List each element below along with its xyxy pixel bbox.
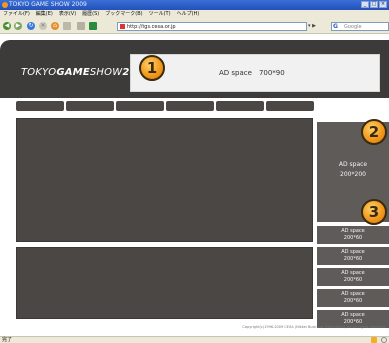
- site-header: TOKYOGAMESHOW2009 AD space 700*90: [0, 40, 389, 98]
- side-ad-small-line2: 200*60: [343, 235, 363, 241]
- page-content: TOKYOGAMESHOW2009 AD space 700*90 1 AD s…: [0, 35, 389, 335]
- side-ad-small-line2: 200*60: [343, 256, 363, 262]
- side-ad-small-line1: AD space: [341, 249, 365, 255]
- main-content-area: [16, 118, 313, 242]
- forward-icon[interactable]: ▶: [14, 22, 22, 30]
- callout-badge-1: 1: [139, 55, 165, 81]
- window-controls: _ □ ×: [361, 1, 387, 8]
- side-ad-small-line2: 200*60: [343, 298, 363, 304]
- nav-tab-6[interactable]: [266, 101, 314, 111]
- global-nav: [16, 101, 314, 111]
- side-ad-small[interactable]: AD space 200*60: [317, 226, 389, 244]
- menu-history[interactable]: 履歴(S): [82, 10, 99, 18]
- side-ad-large-line1: AD space: [338, 161, 368, 168]
- zoom-icon[interactable]: [381, 337, 387, 343]
- addon-icon[interactable]: [89, 22, 97, 30]
- side-ad-small-line1: AD space: [341, 228, 365, 234]
- side-ad-small-line1: AD space: [341, 270, 365, 276]
- maximize-icon[interactable]: □: [370, 1, 378, 8]
- brand-tokyo: TOKYO: [21, 67, 57, 78]
- callout-badge-2: 2: [361, 119, 387, 145]
- reload-icon[interactable]: ↻: [27, 22, 35, 30]
- side-ad-small[interactable]: AD space 200*60: [317, 247, 389, 265]
- favicon-icon: [120, 24, 125, 29]
- go-arrows-icon[interactable]: ▾ ▶: [308, 22, 322, 31]
- nav-tab-5[interactable]: [216, 101, 264, 111]
- security-icon[interactable]: [371, 337, 377, 343]
- firefox-logo-icon: [2, 2, 8, 8]
- menu-help[interactable]: ヘルプ(H): [177, 10, 200, 18]
- header-ad-space[interactable]: AD space 700*90: [130, 54, 380, 92]
- lower-content-area: [16, 247, 313, 319]
- side-ad-small-line1: AD space: [341, 291, 365, 297]
- side-ad-large-line2: 200*200: [340, 171, 366, 178]
- header-ad-label: AD space 700*90: [219, 69, 285, 77]
- bookmark-icon[interactable]: [63, 22, 71, 30]
- side-ad-small-line1: AD space: [341, 312, 365, 318]
- side-ad-small-list: AD space 200*60 AD space 200*60 AD space…: [317, 226, 389, 328]
- nav-tab-1[interactable]: [16, 101, 64, 111]
- stop-icon[interactable]: ×: [39, 22, 47, 30]
- menu-tools[interactable]: ツール(T): [149, 10, 171, 18]
- nav-tab-4[interactable]: [166, 101, 214, 111]
- minimize-icon[interactable]: _: [361, 1, 369, 8]
- home-icon[interactable]: ⌂: [51, 22, 59, 30]
- google-search-icon: G: [333, 23, 338, 30]
- window-title: TOKYO GAME SHOW 2009: [9, 1, 87, 8]
- menu-bookmarks[interactable]: ブックマーク(B): [105, 10, 142, 18]
- back-icon[interactable]: ◀: [3, 22, 11, 30]
- brand-show: SHOW: [89, 67, 123, 78]
- window-titlebar: TOKYO GAME SHOW 2009 _ □ ×: [0, 0, 389, 10]
- callout-badge-3: 3: [361, 199, 387, 225]
- menubar: ファイル(F) 編集(E) 表示(V) 履歴(S) ブックマーク(B) ツール(…: [0, 10, 389, 18]
- status-text: 完了: [2, 337, 13, 343]
- close-icon[interactable]: ×: [379, 1, 387, 8]
- menu-edit[interactable]: 編集(E): [36, 10, 53, 18]
- nav-tab-3[interactable]: [116, 101, 164, 111]
- navigation-toolbar: ◀ ▶ ↻ × ⌂ http://tgs.cesa.or.jp ▾ ▶ G Go…: [0, 18, 389, 34]
- side-ad-small-line2: 200*60: [343, 277, 363, 283]
- history-icon[interactable]: [77, 22, 85, 30]
- menu-file[interactable]: ファイル(F): [3, 10, 30, 18]
- statusbar: 完了: [0, 336, 389, 343]
- menu-view[interactable]: 表示(V): [59, 10, 76, 18]
- copyright-text: Copyright(c)1996-2009 CESA (Nikkei Busin…: [242, 325, 386, 329]
- nav-tab-2[interactable]: [66, 101, 114, 111]
- address-bar[interactable]: http://tgs.cesa.or.jp: [117, 22, 307, 31]
- address-text: http://tgs.cesa.or.jp: [127, 24, 176, 30]
- side-ad-small[interactable]: AD space 200*60: [317, 289, 389, 307]
- side-ad-small[interactable]: AD space 200*60: [317, 268, 389, 286]
- search-placeholder: Google: [344, 24, 362, 30]
- search-input[interactable]: G Google: [331, 22, 389, 31]
- brand-game: GAME: [56, 67, 90, 78]
